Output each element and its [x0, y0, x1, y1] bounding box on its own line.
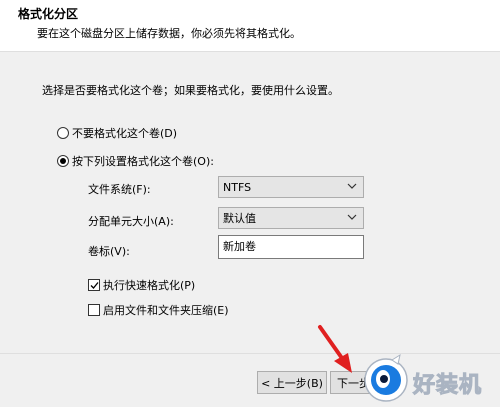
- quick-format-checkbox[interactable]: 执行快速格式化(P): [88, 277, 195, 293]
- filesystem-select[interactable]: NTFS: [218, 176, 364, 198]
- format-radio[interactable]: 按下列设置格式化这个卷(O):: [57, 153, 214, 169]
- checkmark-icon: [90, 282, 99, 289]
- radio-checked[interactable]: [57, 155, 69, 167]
- chevron-down-icon: [347, 183, 357, 189]
- volume-label-label: 卷标(V):: [88, 245, 130, 258]
- quick-format-label: 执行快速格式化(P): [103, 279, 196, 292]
- watermark-logo-icon: [364, 353, 408, 402]
- no-format-label: 不要格式化这个卷(D): [72, 127, 178, 140]
- compression-checkbox[interactable]: 启用文件和文件夹压缩(E): [88, 302, 229, 318]
- chevron-down-icon: [347, 214, 357, 220]
- allocation-value: 默认值: [223, 212, 256, 225]
- allocation-select[interactable]: 默认值: [218, 207, 364, 229]
- red-arrow-icon: [318, 325, 352, 373]
- wizard-header: 格式化分区 要在这个磁盘分区上储存数据，你必须先将其格式化。: [0, 0, 500, 52]
- compression-label: 启用文件和文件夹压缩(E): [103, 304, 229, 317]
- allocation-label: 分配单元大小(A):: [88, 215, 174, 228]
- format-prompt: 选择是否要格式化这个卷；如果要格式化，要使用什么设置。: [42, 84, 339, 97]
- volume-label-input[interactable]: 新加卷: [218, 235, 364, 259]
- no-format-radio[interactable]: 不要格式化这个卷(D): [57, 125, 177, 141]
- watermark-text: 好装机: [412, 373, 483, 399]
- filesystem-label: 文件系统(F):: [88, 183, 151, 196]
- checkbox-checked[interactable]: [88, 279, 100, 291]
- format-label: 按下列设置格式化这个卷(O):: [72, 155, 214, 168]
- checkbox-unchecked[interactable]: [88, 304, 100, 316]
- page-subtitle: 要在这个磁盘分区上储存数据，你必须先将其格式化。: [37, 27, 301, 40]
- page-title: 格式化分区: [18, 7, 79, 21]
- radio-unchecked[interactable]: [57, 127, 69, 139]
- filesystem-value: NTFS: [223, 180, 252, 194]
- footer-divider: [0, 353, 500, 354]
